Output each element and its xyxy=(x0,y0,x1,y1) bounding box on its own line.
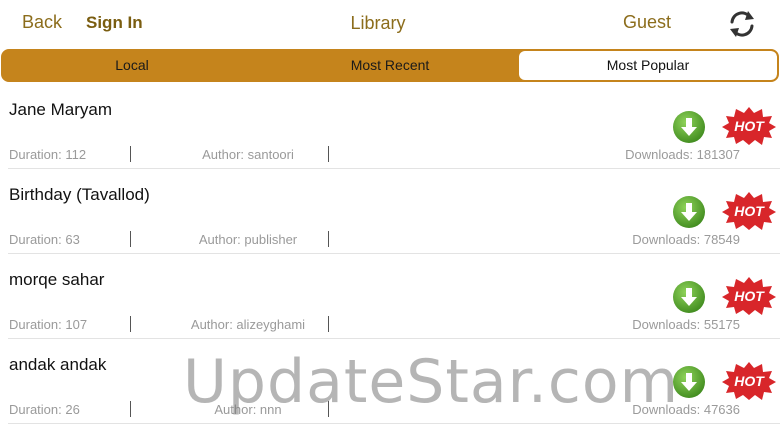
download-button[interactable] xyxy=(672,365,706,399)
tab-most-popular[interactable]: Most Popular xyxy=(519,51,777,80)
download-icon xyxy=(673,366,705,398)
song-downloads: Downloads: 47636 xyxy=(632,402,740,417)
song-author: Author: santoori xyxy=(202,147,294,162)
download-icon xyxy=(673,196,705,228)
list-item[interactable]: morqe sahar Duration: 107 Author: alizey… xyxy=(8,254,780,339)
svg-text:HOT: HOT xyxy=(734,118,765,134)
download-button[interactable] xyxy=(672,280,706,314)
song-title: Birthday (Tavallod) xyxy=(9,185,150,204)
song-title: andak andak xyxy=(9,355,107,374)
list-item[interactable]: andak andak Duration: 26 Author: nnn Dow… xyxy=(8,339,780,424)
hot-badge: HOT xyxy=(721,361,777,401)
list-item[interactable]: Jane Maryam Duration: 112 Author: santoo… xyxy=(8,84,780,169)
hot-badge-icon: HOT xyxy=(722,192,776,230)
hot-badge: HOT xyxy=(721,191,777,231)
download-button[interactable] xyxy=(672,195,706,229)
divider xyxy=(328,401,329,417)
song-duration: Duration: 26 xyxy=(9,402,80,417)
download-button[interactable] xyxy=(672,110,706,144)
hot-badge-icon: HOT xyxy=(722,277,776,315)
song-duration: Duration: 63 xyxy=(9,232,80,247)
download-icon xyxy=(673,111,705,143)
tab-most-recent[interactable]: Most Recent xyxy=(261,51,519,80)
song-downloads: Downloads: 55175 xyxy=(632,317,740,332)
hot-badge-icon: HOT xyxy=(722,107,776,145)
song-author: Author: publisher xyxy=(198,232,298,247)
refresh-button[interactable] xyxy=(724,6,760,42)
divider xyxy=(328,316,329,332)
song-list: Jane Maryam Duration: 112 Author: santoo… xyxy=(0,84,780,424)
divider xyxy=(130,316,131,332)
download-icon xyxy=(673,281,705,313)
svg-text:HOT: HOT xyxy=(734,373,765,389)
tab-local[interactable]: Local xyxy=(3,51,261,80)
song-title: Jane Maryam xyxy=(9,100,112,119)
song-title: morqe sahar xyxy=(9,270,105,289)
user-label: Guest xyxy=(623,12,672,32)
svg-text:HOT: HOT xyxy=(734,203,765,219)
hot-badge: HOT xyxy=(721,106,777,146)
divider xyxy=(130,231,131,247)
divider xyxy=(328,231,329,247)
divider xyxy=(130,401,131,417)
hot-badge: HOT xyxy=(721,276,777,316)
song-author: Author: alizeyghami xyxy=(190,317,306,332)
song-author: Author: nnn xyxy=(214,402,282,417)
segmented-tabs: Local Most Recent Most Popular xyxy=(1,49,779,82)
divider xyxy=(328,146,329,162)
refresh-icon xyxy=(730,11,754,37)
song-duration: Duration: 112 xyxy=(9,147,87,162)
list-item[interactable]: Birthday (Tavallod) Duration: 63 Author:… xyxy=(8,169,780,254)
song-duration: Duration: 107 xyxy=(9,317,88,332)
top-nav-bar: Back Sign In Library Guest xyxy=(0,0,780,48)
divider xyxy=(130,146,131,162)
hot-badge-icon: HOT xyxy=(722,362,776,400)
svg-text:HOT: HOT xyxy=(734,288,765,304)
song-downloads: Downloads: 78549 xyxy=(632,232,740,247)
song-downloads: Downloads: 181307 xyxy=(625,147,740,162)
